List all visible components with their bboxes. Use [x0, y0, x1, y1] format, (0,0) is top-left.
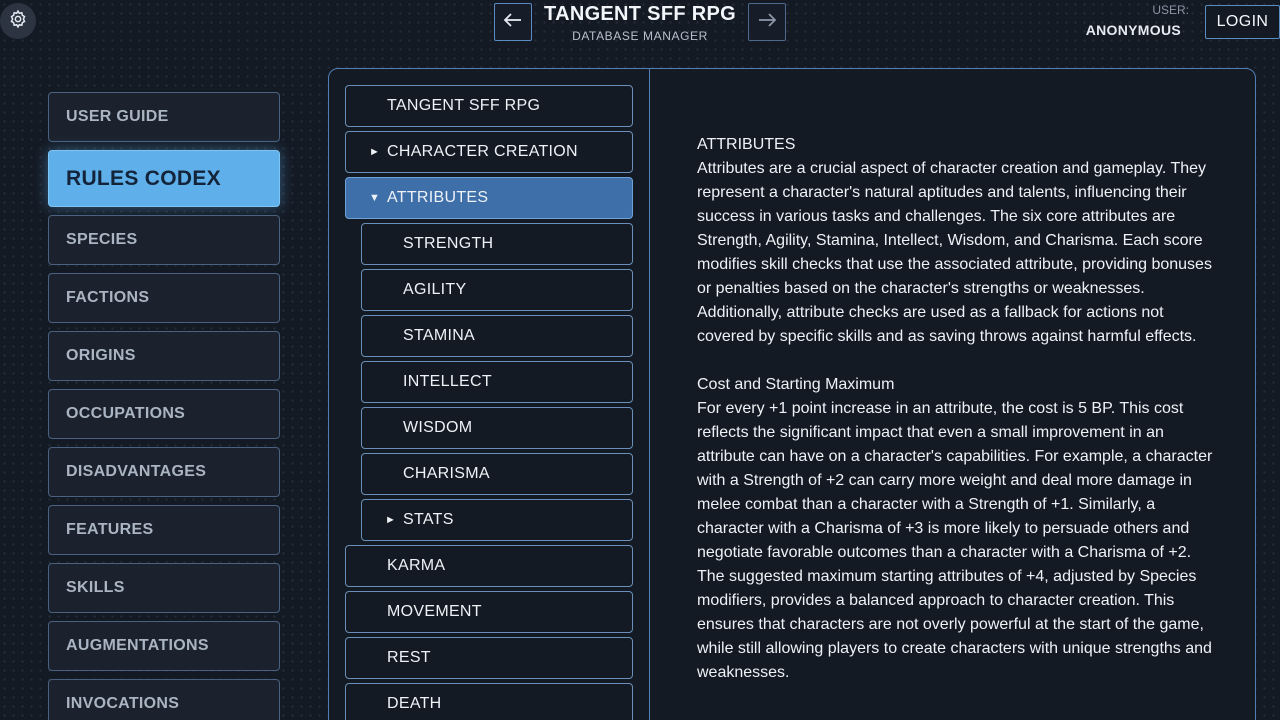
article-paragraph: The suggested maximum starting attribute…: [697, 568, 1212, 681]
tree-item-movement[interactable]: MOVEMENT: [345, 591, 633, 633]
tree-item-label: AGILITY: [403, 281, 467, 298]
tree-item-label: MOVEMENT: [387, 603, 482, 620]
tree-item-label: WISDOM: [403, 419, 473, 436]
codex-tree: TANGENT SFF RPG ► CHARACTER CREATION ▼ A…: [345, 85, 633, 720]
caret-down-icon: ▼: [369, 192, 381, 204]
tree-item-attributes[interactable]: ▼ ATTRIBUTES: [345, 177, 633, 219]
sidebar-item-skills[interactable]: SKILLS: [48, 563, 280, 613]
tree-item-label: CHARACTER CREATION: [387, 143, 578, 160]
tree-item-character-creation[interactable]: ► CHARACTER CREATION: [345, 131, 633, 173]
sidebar-item-user-guide[interactable]: USER GUIDE: [48, 92, 280, 142]
sidebar-item-factions[interactable]: FACTIONS: [48, 273, 280, 323]
tree-item-karma[interactable]: KARMA: [345, 545, 633, 587]
tree-item-label: TANGENT SFF RPG: [387, 97, 541, 114]
tree-item-death[interactable]: DEATH: [345, 683, 633, 720]
tree-item-label: STAMINA: [403, 327, 476, 344]
tree-item-label: DEATH: [387, 695, 442, 712]
article-content: ATTRIBUTES Attributes are a crucial aspe…: [697, 133, 1217, 685]
sidebar-item-invocations[interactable]: INVOCATIONS: [48, 679, 280, 720]
arrow-right-icon: [757, 12, 777, 33]
gear-icon: [8, 9, 28, 34]
user-label: USER:: [1152, 3, 1189, 17]
tree-item-label: REST: [387, 649, 431, 666]
tree-item-rest[interactable]: REST: [345, 637, 633, 679]
sidebar-item-origins[interactable]: ORIGINS: [48, 331, 280, 381]
app-title: TANGENT SFF RPG: [544, 3, 736, 25]
sidebar: USER GUIDE RULES CODEX SPECIES FACTIONS …: [48, 92, 280, 720]
article-heading: ATTRIBUTES: [697, 136, 796, 153]
sidebar-item-augmentations[interactable]: AUGMENTATIONS: [48, 621, 280, 671]
tree-item-agility[interactable]: AGILITY: [361, 269, 633, 311]
user-name: ANONYMOUS: [1085, 22, 1181, 38]
tree-item-wisdom[interactable]: WISDOM: [361, 407, 633, 449]
sidebar-item-features[interactable]: FEATURES: [48, 505, 280, 555]
caret-right-icon: ►: [385, 514, 397, 526]
tree-item-stamina[interactable]: STAMINA: [361, 315, 633, 357]
settings-button[interactable]: [0, 3, 36, 39]
tree-item-intellect[interactable]: INTELLECT: [361, 361, 633, 403]
tree-item-label: INTELLECT: [403, 373, 492, 390]
article-paragraph: For every +1 point increase in an attrib…: [697, 400, 1213, 561]
tree-item-label: STATS: [403, 511, 454, 528]
tree-item-label: STRENGTH: [403, 235, 494, 252]
tree-item-charisma[interactable]: CHARISMA: [361, 453, 633, 495]
panel-divider: [649, 69, 650, 720]
tree-item-label: ATTRIBUTES: [387, 189, 489, 206]
tree-item-label: CHARISMA: [403, 465, 490, 482]
section-heading: Cost and Starting Maximum: [697, 376, 895, 393]
arrow-left-icon: [503, 12, 523, 33]
tree-item-tangent-sff-rpg[interactable]: TANGENT SFF RPG: [345, 85, 633, 127]
app-subtitle: DATABASE MANAGER: [572, 29, 708, 43]
sidebar-item-occupations[interactable]: OCCUPATIONS: [48, 389, 280, 439]
tree-item-strength[interactable]: STRENGTH: [361, 223, 633, 265]
article-intro: Attributes are a crucial aspect of chara…: [697, 160, 1212, 345]
sidebar-item-disadvantages[interactable]: DISADVANTAGES: [48, 447, 280, 497]
sidebar-item-species[interactable]: SPECIES: [48, 215, 280, 265]
codex-panel: TANGENT SFF RPG ► CHARACTER CREATION ▼ A…: [328, 68, 1256, 720]
login-button[interactable]: LOGIN: [1205, 5, 1280, 39]
tree-item-stats[interactable]: ► STATS: [361, 499, 633, 541]
tree-item-label: KARMA: [387, 557, 446, 574]
forward-button[interactable]: [748, 3, 786, 41]
sidebar-item-rules-codex[interactable]: RULES CODEX: [48, 150, 280, 207]
back-button[interactable]: [494, 3, 532, 41]
caret-right-icon: ►: [369, 146, 381, 158]
